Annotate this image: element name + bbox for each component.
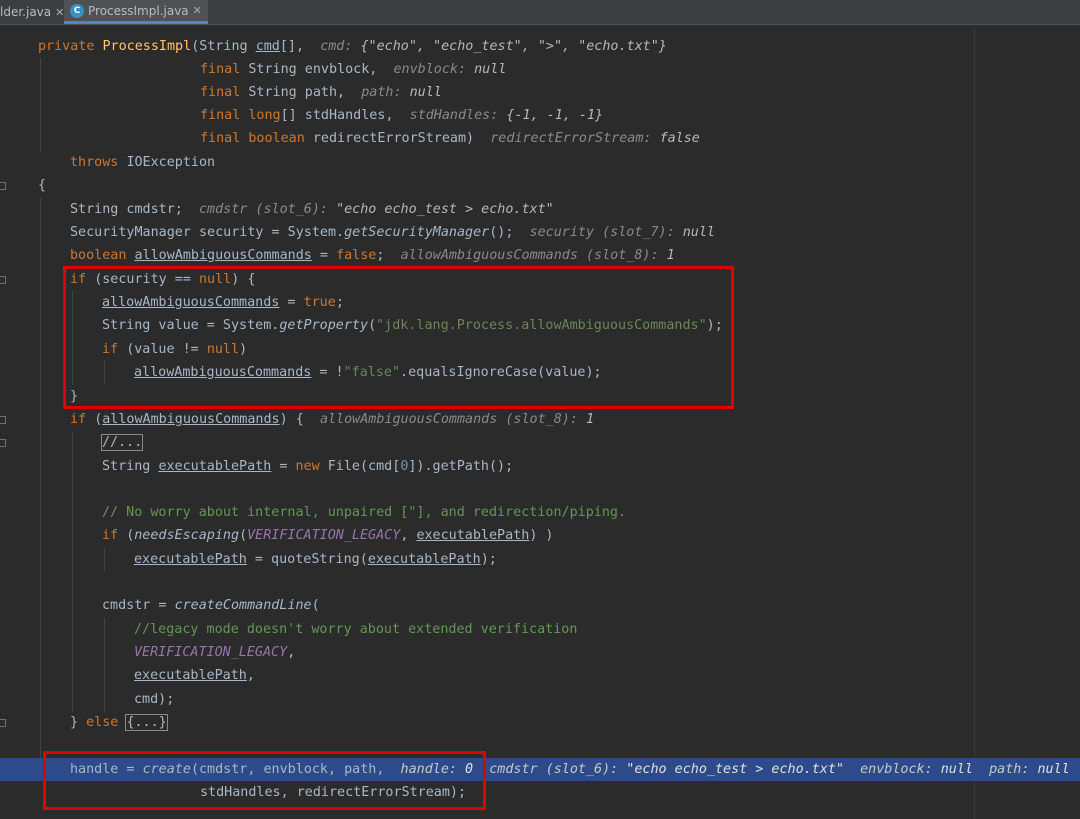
fold-marker[interactable] bbox=[0, 182, 6, 190]
tab-label: ProcessImpl.java bbox=[88, 3, 189, 18]
highlight-box bbox=[63, 266, 734, 409]
fold-marker[interactable] bbox=[0, 719, 6, 727]
tab-label: lder.java bbox=[0, 5, 52, 19]
code-line[interactable]: } else {...} bbox=[0, 711, 1080, 734]
close-icon[interactable]: ✕ bbox=[55, 6, 64, 19]
code-line[interactable]: String cmdstr; cmdstr (slot_6): "echo ec… bbox=[0, 198, 1080, 221]
tab-builder-java[interactable]: lder.java ✕ bbox=[0, 0, 64, 24]
java-class-icon: C bbox=[70, 3, 84, 18]
tab-processimpl-java[interactable]: C ProcessImpl.java ✕ bbox=[64, 0, 208, 24]
editor-tab-bar: lder.java ✕ C ProcessImpl.java ✕ bbox=[0, 0, 1080, 25]
fold-marker[interactable] bbox=[0, 416, 6, 424]
fold-marker[interactable] bbox=[0, 439, 6, 447]
code-line[interactable]: VERIFICATION_LEGACY, bbox=[0, 641, 1080, 664]
indent-guide bbox=[40, 198, 41, 758]
code-line[interactable]: final String envblock, envblock: null bbox=[0, 58, 1080, 81]
code-line[interactable]: executablePath, bbox=[0, 664, 1080, 687]
indent-guide bbox=[72, 431, 73, 711]
indent-guide bbox=[104, 618, 105, 711]
code-line[interactable] bbox=[0, 571, 1080, 594]
code-line[interactable]: SecurityManager security = System.getSec… bbox=[0, 221, 1080, 244]
code-line[interactable]: final long[] stdHandles, stdHandles: {-1… bbox=[0, 104, 1080, 127]
code-line[interactable] bbox=[0, 478, 1080, 501]
fold-gutter bbox=[0, 24, 8, 819]
code-editor[interactable]: private ProcessImpl(String cmd[], cmd: {… bbox=[0, 24, 1080, 819]
code-line[interactable]: //legacy mode doesn't worry about extend… bbox=[0, 618, 1080, 641]
code-line[interactable]: cmd); bbox=[0, 688, 1080, 711]
indent-guide bbox=[104, 548, 105, 571]
folded-comment[interactable]: //... bbox=[100, 434, 144, 451]
code-line[interactable]: throws IOException bbox=[0, 151, 1080, 174]
code-line[interactable]: executablePath = quoteString(executableP… bbox=[0, 548, 1080, 571]
code-line[interactable]: // No worry about internal, unpaired ["]… bbox=[0, 501, 1080, 524]
close-icon[interactable]: ✕ bbox=[193, 4, 202, 17]
code-line[interactable]: cmdstr = createCommandLine( bbox=[0, 594, 1080, 617]
code-line[interactable]: final String path, path: null bbox=[0, 81, 1080, 104]
code-line[interactable]: //... bbox=[0, 431, 1080, 454]
indent-guide bbox=[40, 58, 41, 153]
code-line[interactable]: if (needsEscaping(VERIFICATION_LEGACY, e… bbox=[0, 524, 1080, 547]
code-line[interactable]: private ProcessImpl(String cmd[], cmd: {… bbox=[0, 35, 1080, 58]
code-line[interactable]: if (allowAmbiguousCommands) { allowAmbig… bbox=[0, 408, 1080, 431]
code-line[interactable]: boolean allowAmbiguousCommands = false; … bbox=[0, 244, 1080, 267]
code-line[interactable]: final boolean redirectErrorStream) redir… bbox=[0, 127, 1080, 150]
highlight-box bbox=[43, 751, 486, 810]
fold-marker[interactable] bbox=[0, 276, 6, 284]
code-line[interactable]: String executablePath = new File(cmd[0])… bbox=[0, 455, 1080, 478]
code-line[interactable]: { bbox=[0, 174, 1080, 197]
folded-block[interactable]: {...} bbox=[125, 714, 168, 731]
